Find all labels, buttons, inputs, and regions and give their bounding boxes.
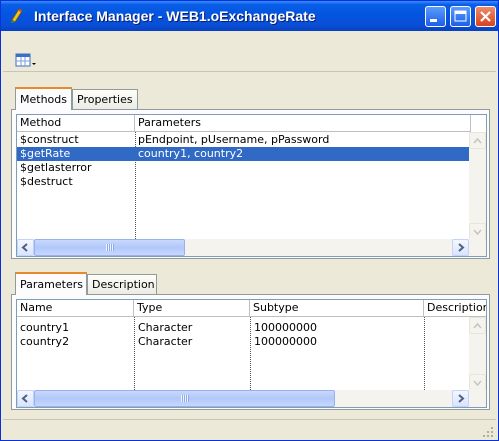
tab-parameters[interactable]: Parameters — [15, 272, 87, 295]
status-bar — [3, 419, 496, 440]
interface-manager-window: Interface Manager - WEB1.oExchangeRate M… — [0, 0, 499, 441]
column-header-type[interactable]: Type — [134, 300, 250, 317]
tab-methods[interactable]: Methods — [15, 87, 72, 110]
method-name: $getlasterror — [20, 161, 92, 174]
method-row[interactable]: $getlasterror — [17, 161, 486, 175]
column-header-name[interactable]: Name — [17, 300, 134, 317]
column-header-subtype[interactable]: Subtype — [250, 300, 424, 317]
methods-horizontal-scrollbar[interactable] — [17, 239, 486, 256]
parameter-type: Character — [138, 335, 193, 348]
parameter-subtype: 100000000 — [254, 321, 317, 334]
parameters-grid: Name Type Subtype Description country1 C… — [16, 299, 487, 408]
parameter-subtype: 100000000 — [254, 335, 317, 348]
minimize-button[interactable] — [425, 6, 446, 27]
parameters-vertical-scrollbar[interactable] — [469, 317, 486, 391]
parameter-row[interactable]: country1 Character 100000000 — [17, 321, 486, 335]
scroll-thumb[interactable] — [34, 390, 335, 407]
toolbar — [3, 33, 496, 67]
table-view-icon[interactable] — [15, 53, 37, 69]
method-parameters — [135, 175, 468, 189]
scroll-left-icon[interactable] — [17, 390, 34, 407]
methods-panel: Method Parameters $construct pEndpoint, … — [11, 109, 490, 259]
parameters-panel: Name Type Subtype Description country1 C… — [11, 294, 490, 410]
window-title: Interface Manager - WEB1.oExchangeRate — [34, 8, 316, 24]
tab-description[interactable]: Description — [87, 274, 157, 294]
parameter-name: country2 — [20, 335, 70, 348]
scroll-right-icon[interactable] — [452, 239, 469, 256]
resize-grip-icon[interactable] — [482, 426, 494, 438]
grip-icon — [180, 395, 189, 402]
column-header-method[interactable]: Method — [17, 115, 135, 132]
methods-grid: Method Parameters $construct pEndpoint, … — [16, 114, 487, 257]
close-button[interactable] — [475, 6, 496, 27]
parameter-type: Character — [138, 321, 193, 334]
scroll-right-icon[interactable] — [452, 390, 469, 407]
method-parameters — [135, 161, 468, 175]
toolbar-divider — [3, 71, 496, 72]
grip-icon — [105, 244, 114, 251]
method-name: $construct — [20, 133, 79, 146]
app-icon — [9, 8, 25, 24]
parameter-row[interactable]: country2 Character 100000000 — [17, 335, 486, 349]
method-parameters: pEndpoint, pUsername, pPassword — [138, 133, 330, 146]
methods-vertical-scrollbar[interactable] — [469, 132, 486, 240]
scroll-up-icon[interactable] — [469, 132, 486, 149]
method-row[interactable]: $destruct — [17, 175, 486, 189]
scroll-up-icon[interactable] — [469, 317, 486, 334]
parameter-name: country1 — [20, 321, 70, 334]
scroll-down-icon[interactable] — [469, 374, 486, 391]
method-parameters: country1, country2 — [138, 147, 244, 160]
method-name: $destruct — [20, 175, 73, 188]
scroll-thumb[interactable] — [34, 239, 185, 256]
method-row[interactable]: $construct pEndpoint, pUsername, pPasswo… — [17, 133, 486, 147]
title-bar[interactable]: Interface Manager - WEB1.oExchangeRate — [1, 1, 498, 31]
column-header-description[interactable]: Description — [424, 300, 486, 317]
tab-properties[interactable]: Properties — [72, 89, 138, 109]
method-name: $getRate — [20, 147, 71, 160]
scroll-down-icon[interactable] — [469, 223, 486, 240]
maximize-button[interactable] — [450, 6, 471, 27]
scroll-left-icon[interactable] — [17, 239, 34, 256]
column-header-parameters[interactable]: Parameters — [135, 115, 471, 132]
parameters-horizontal-scrollbar[interactable] — [17, 390, 486, 407]
method-row-selected[interactable]: $getRate country1, country2 — [17, 147, 471, 161]
